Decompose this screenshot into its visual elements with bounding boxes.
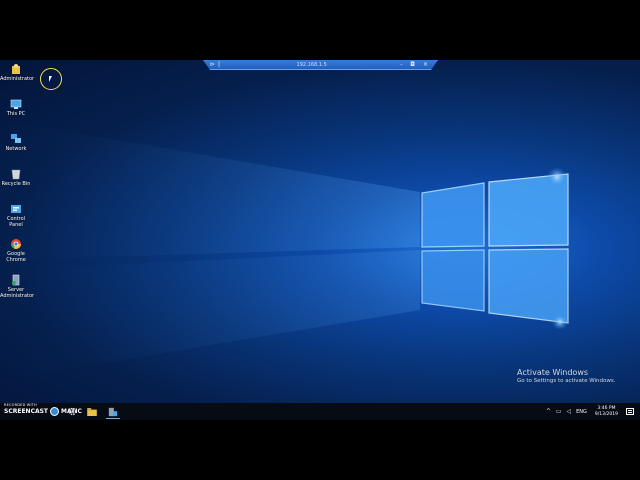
clock-date: 9/13/2019 xyxy=(594,411,618,417)
taskbar-server-manager[interactable] xyxy=(106,405,120,419)
server-manager-icon xyxy=(108,407,118,416)
desktop-icon-label: Control Panel xyxy=(6,216,26,228)
windows-logo-wallpaper xyxy=(0,120,569,380)
recycle-bin-icon xyxy=(11,169,21,180)
network-icon xyxy=(11,134,21,143)
desktop-icon-google-chrome[interactable]: Google Chrome xyxy=(0,238,32,263)
desktop-wallpaper[interactable] xyxy=(0,60,640,403)
taskbar: RECORDED WITH SCREENCAST MATIC ^ ▭ ◁ xyxy=(0,403,640,420)
tray-folder-icon[interactable]: ▭ xyxy=(556,408,562,415)
desktop-icon-this-pc[interactable]: This PC xyxy=(0,98,32,117)
window-controls[interactable]: - ◘ × xyxy=(400,61,431,68)
language-indicator[interactable]: ENG xyxy=(576,409,587,415)
chrome-icon xyxy=(11,239,21,249)
remote-connection-bar[interactable]: ⊳| 192.168.1.5 - ◘ × xyxy=(203,60,438,70)
desktop-icon-label: Administrator xyxy=(0,76,35,82)
mouse-pointer-icon xyxy=(49,76,55,82)
desktop-icon-label: This PC xyxy=(6,111,26,117)
watermark-brand-left: SCREENCAST xyxy=(4,408,49,415)
notification-icon[interactable] xyxy=(626,408,634,415)
taskbar-file-explorer[interactable] xyxy=(85,405,99,418)
clock[interactable]: 3:46 PM 9/13/2019 xyxy=(595,406,618,417)
gear-icon xyxy=(68,407,76,416)
activate-title: Activate Windows xyxy=(517,368,589,377)
desktop-icon-label: Server Administrator xyxy=(0,287,35,299)
desktop-icon-label: Recycle Bin xyxy=(1,181,31,187)
screencast-logo-icon xyxy=(50,407,60,416)
activate-subtitle: Go to Settings to activate Windows. xyxy=(517,378,616,384)
remote-desktop-screen: ⊳| 192.168.1.5 - ◘ × Administrator This … xyxy=(0,60,640,420)
server-admin-icon xyxy=(12,274,20,286)
control-panel-icon xyxy=(11,205,21,213)
pin-button[interactable]: ⊳| xyxy=(210,61,223,68)
desktop-icon-label: Google Chrome xyxy=(6,251,26,263)
desktop-icon-recycle-bin[interactable]: Recycle Bin xyxy=(0,168,32,187)
taskbar-settings[interactable] xyxy=(65,405,79,418)
desktop-icon-network[interactable]: Network xyxy=(0,133,32,152)
desktop-icon-control-panel[interactable]: Control Panel xyxy=(0,203,32,228)
user-folder-icon xyxy=(12,64,20,74)
video-frame: ⊳| 192.168.1.5 - ◘ × Administrator This … xyxy=(0,0,640,480)
tray-overflow-chevron[interactable]: ^ xyxy=(546,408,551,415)
desktop-icon-administrator[interactable]: Administrator xyxy=(0,63,35,82)
remote-address: 192.168.1.5 xyxy=(296,61,327,68)
activate-windows-watermark: Activate Windows Go to Settings to activ… xyxy=(517,368,616,384)
desktop-icon-server-administrator[interactable]: Server Administrator xyxy=(0,274,35,299)
computer-icon xyxy=(10,99,22,109)
clock-time: 3:46 PM xyxy=(597,406,616,411)
volume-icon[interactable]: ◁ xyxy=(567,408,572,415)
desktop-icon-label: Network xyxy=(5,146,27,152)
file-explorer-icon xyxy=(87,407,97,416)
system-tray: ^ ▭ ◁ ENG 3:46 PM 9/13/2019 xyxy=(546,403,640,420)
